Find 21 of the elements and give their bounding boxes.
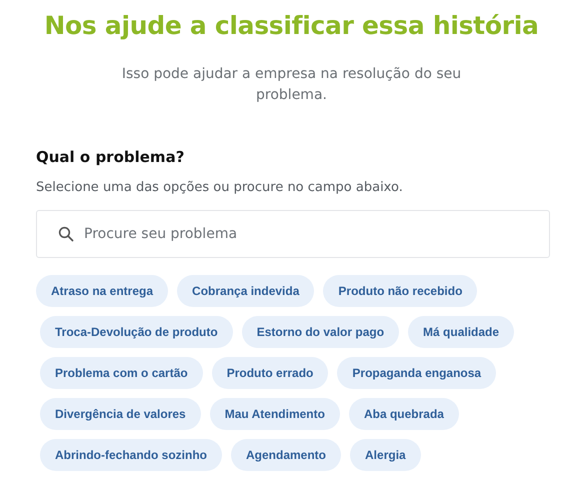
question-heading: Qual o problema? [36, 147, 186, 168]
problem-chip[interactable]: Problema com o cartão [40, 357, 203, 389]
problem-chip[interactable]: Cobrança indevida [177, 275, 314, 307]
problem-chip[interactable]: Atraso na entrega [36, 275, 168, 307]
search-field[interactable]: Procure seu problema [36, 210, 550, 258]
problem-chip[interactable]: Mau Atendimento [210, 398, 340, 430]
problem-chip[interactable]: Abrindo-fechando sozinho [40, 439, 222, 471]
instruction-text: Selecione uma das opções ou procure no campo abaixo. [36, 179, 404, 197]
problem-chip[interactable]: Agendamento [231, 439, 342, 471]
problem-chip[interactable]: Estorno do valor pago [242, 316, 400, 348]
search-icon [58, 226, 74, 242]
problem-chip[interactable]: Aba quebrada [348, 398, 459, 430]
page-title: Nos ajude a classificar essa história [43, 10, 540, 42]
problem-chip[interactable]: Má qualidade [408, 316, 514, 348]
problem-chip[interactable]: Produto não recebido [323, 275, 478, 307]
problem-chip[interactable]: Produto errado [212, 357, 328, 389]
problem-chip[interactable]: Troca-Devolução de produto [40, 316, 233, 348]
subtitle: Isso pode ajudar a empresa na resolução do seu problema. [120, 65, 462, 105]
problem-chip[interactable]: Divergência de valores [40, 398, 201, 430]
problem-chip[interactable]: Alergia [350, 439, 421, 471]
problem-chip[interactable]: Propaganda enganosa [337, 357, 496, 389]
